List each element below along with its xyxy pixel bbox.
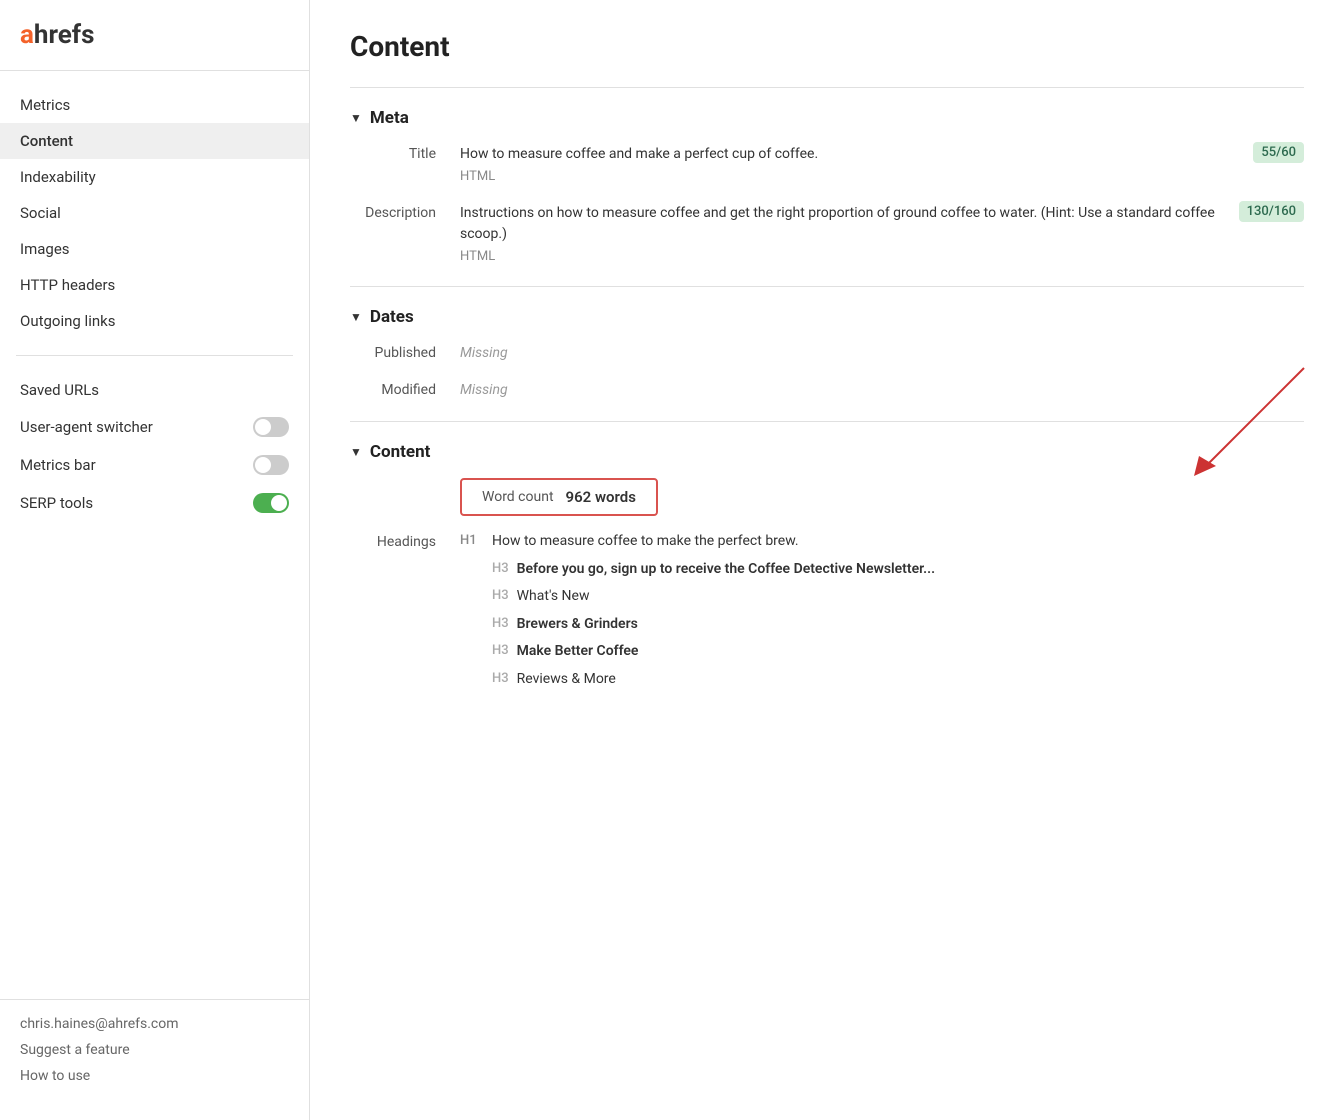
- description-label: Description: [350, 203, 460, 221]
- heading-tag-h3-0: H3: [480, 560, 509, 576]
- word-count-value: 962 words: [566, 488, 636, 506]
- heading-tag-h3-2: H3: [480, 615, 509, 631]
- sidebar-item-indexability[interactable]: Indexability: [0, 159, 309, 195]
- headings-label: Headings: [350, 532, 460, 550]
- sidebar-item-metrics[interactable]: Metrics: [0, 87, 309, 123]
- description-value: Instructions on how to measure coffee an…: [460, 203, 1223, 267]
- heading-item-h3-3: H3 Make Better Coffee: [460, 642, 1304, 662]
- sidebar-item-images[interactable]: Images: [0, 231, 309, 267]
- sidebar-footer: chris.haines@ahrefs.com Suggest a featur…: [0, 999, 309, 1100]
- logo-area: ahrefs: [0, 20, 309, 71]
- content-arrow-icon: ▼: [350, 445, 362, 459]
- sidebar-item-content[interactable]: Content: [0, 123, 309, 159]
- sidebar-item-http-headers[interactable]: HTTP headers: [0, 267, 309, 303]
- heading-item-h3-4: H3 Reviews & More: [460, 670, 1304, 690]
- heading-text-h3-4: Reviews & More: [517, 670, 616, 690]
- heading-text-h3-3: Make Better Coffee: [517, 642, 639, 662]
- dates-arrow-icon: ▼: [350, 310, 362, 324]
- page-title: Content: [350, 30, 1304, 63]
- heading-item-h3-0: H3 Before you go, sign up to receive the…: [460, 560, 1304, 580]
- how-to-use-link[interactable]: How to use: [20, 1068, 289, 1084]
- description-score-end: 130/160: [1239, 203, 1304, 219]
- meta-section-title: Meta: [370, 108, 409, 128]
- heading-tag-h3-1: H3: [480, 587, 509, 603]
- modified-value: Missing: [460, 380, 1304, 401]
- meta-table: Title How to measure coffee and make a p…: [350, 144, 1304, 266]
- user-email: chris.haines@ahrefs.com: [20, 1016, 179, 1032]
- heading-item-h3-1: H3 What's New: [460, 587, 1304, 607]
- heading-text-h1: How to measure coffee to make the perfec…: [492, 532, 799, 552]
- divider-top: [350, 87, 1304, 88]
- tools-section: Saved URLs User-agent switcher Metrics b…: [0, 364, 309, 530]
- title-text: How to measure coffee and make a perfect…: [460, 144, 1237, 165]
- description-text: Instructions on how to measure coffee an…: [460, 203, 1223, 245]
- heading-text-h3-2: Brewers & Grinders: [517, 615, 638, 635]
- serp-tools-toggle[interactable]: [253, 493, 289, 513]
- divider-dates-content: [350, 421, 1304, 422]
- suggest-feature-link[interactable]: Suggest a feature: [20, 1042, 289, 1058]
- word-count-row: Word count 962 words: [350, 478, 1304, 516]
- description-score-badge: 130/160: [1239, 201, 1304, 222]
- nav-section: Metrics Content Indexability Social Imag…: [0, 71, 309, 347]
- published-missing: Missing: [460, 345, 508, 361]
- modified-missing: Missing: [460, 382, 508, 398]
- toggle-row-metrics-bar: Metrics bar: [0, 446, 309, 484]
- user-agent-label: User-agent switcher: [20, 418, 153, 436]
- meta-arrow-icon: ▼: [350, 111, 362, 125]
- annotation-container: Word count 962 words: [350, 478, 1304, 516]
- toggle-row-serp-tools: SERP tools: [0, 484, 309, 522]
- serp-tools-label: SERP tools: [20, 494, 93, 512]
- title-html-tag: HTML: [460, 167, 1237, 187]
- toggle-row-user-agent: User-agent switcher: [0, 408, 309, 446]
- content-section-title: Content: [370, 442, 430, 462]
- meta-section-header: ▼ Meta: [350, 108, 1304, 128]
- logo-text: hrefs: [34, 20, 95, 50]
- title-label: Title: [350, 144, 460, 162]
- dates-section-title: Dates: [370, 307, 414, 327]
- content-section-header: ▼ Content: [350, 442, 1304, 462]
- heading-text-h3-0: Before you go, sign up to receive the Co…: [517, 560, 935, 580]
- heading-item-h3-2: H3 Brewers & Grinders: [460, 615, 1304, 635]
- modified-label: Modified: [350, 380, 460, 398]
- modified-row: Modified Missing: [350, 380, 1304, 401]
- metrics-bar-toggle[interactable]: [253, 455, 289, 475]
- published-row: Published Missing: [350, 343, 1304, 364]
- word-count-label-inner: Word count: [482, 489, 554, 505]
- word-count-box: Word count 962 words: [460, 478, 658, 516]
- heading-tag-h1: H1: [460, 532, 484, 548]
- published-value: Missing: [460, 343, 1304, 364]
- logo-accent: a: [20, 20, 34, 50]
- headings-list: H1 How to measure coffee to make the per…: [460, 532, 1304, 698]
- title-row: Title How to measure coffee and make a p…: [350, 144, 1304, 187]
- user-agent-toggle[interactable]: [253, 417, 289, 437]
- published-label: Published: [350, 343, 460, 361]
- heading-item-h1: H1 How to measure coffee to make the per…: [460, 532, 1304, 552]
- heading-tag-h3-4: H3: [480, 670, 509, 686]
- headings-row: Headings H1 How to measure coffee to mak…: [350, 532, 1304, 698]
- description-row: Description Instructions on how to measu…: [350, 203, 1304, 267]
- dates-table: Published Missing Modified Missing: [350, 343, 1304, 401]
- title-score-end: 55/60: [1253, 144, 1304, 160]
- description-html-tag: HTML: [460, 247, 1223, 267]
- main-content: Content ▼ Meta Title How to measure coff…: [310, 0, 1344, 1120]
- sidebar-item-saved-urls[interactable]: Saved URLs: [0, 372, 309, 408]
- title-value: How to measure coffee and make a perfect…: [460, 144, 1237, 187]
- heading-text-h3-1: What's New: [517, 587, 590, 607]
- dates-section-header: ▼ Dates: [350, 307, 1304, 327]
- divider-meta-dates: [350, 286, 1304, 287]
- sidebar: ahrefs Metrics Content Indexability Soci…: [0, 0, 310, 1120]
- sidebar-item-social[interactable]: Social: [0, 195, 309, 231]
- nav-divider-1: [16, 355, 293, 356]
- sidebar-item-outgoing-links[interactable]: Outgoing links: [0, 303, 309, 339]
- logo[interactable]: ahrefs: [20, 20, 289, 50]
- heading-tag-h3-3: H3: [480, 642, 509, 658]
- metrics-bar-label: Metrics bar: [20, 456, 96, 474]
- title-score-badge: 55/60: [1253, 142, 1304, 163]
